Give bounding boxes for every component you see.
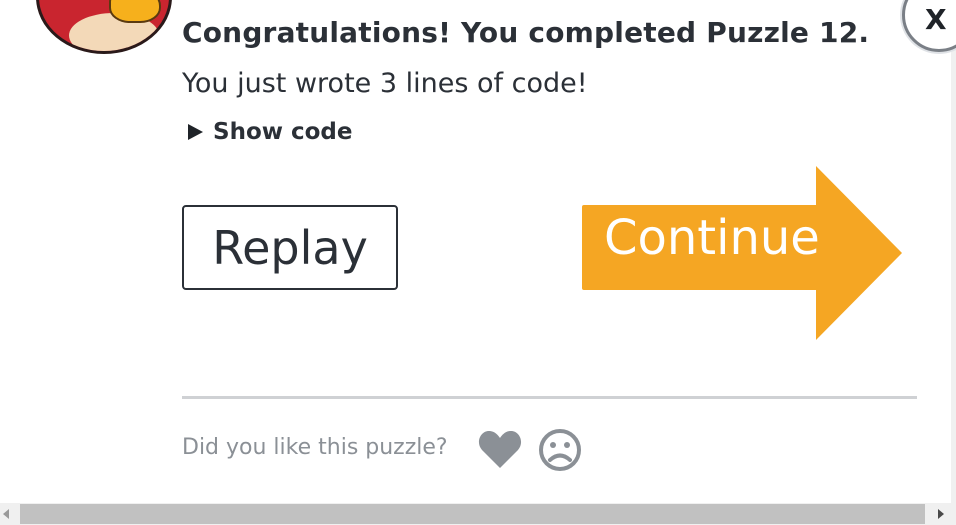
replay-label: Replay [212,220,368,275]
replay-button[interactable]: Replay [182,205,398,290]
divider [182,396,917,399]
continue-label: Continue [604,210,820,266]
character-avatar [36,0,172,54]
feedback-prompt: Did you like this puzzle? [182,435,448,460]
show-code-toggle[interactable]: Show code [188,119,353,145]
vertical-scrollbar[interactable] [951,0,956,503]
scroll-left-icon[interactable] [3,509,9,519]
horizontal-scrollbar[interactable] [0,503,956,525]
frown-icon[interactable] [538,428,582,472]
heart-icon[interactable] [478,430,522,470]
close-button[interactable]: X [902,0,956,52]
scroll-right-icon[interactable] [938,509,944,519]
dialog-title: Congratulations! You completed Puzzle 12… [182,16,870,49]
show-code-label: Show code [213,119,353,145]
close-icon: X [925,3,947,36]
continue-button[interactable]: Continue [582,166,904,340]
disclosure-triangle-icon [188,124,203,140]
dialog-subtitle: You just wrote 3 lines of code! [182,68,588,99]
scrollbar-thumb[interactable] [20,504,925,524]
